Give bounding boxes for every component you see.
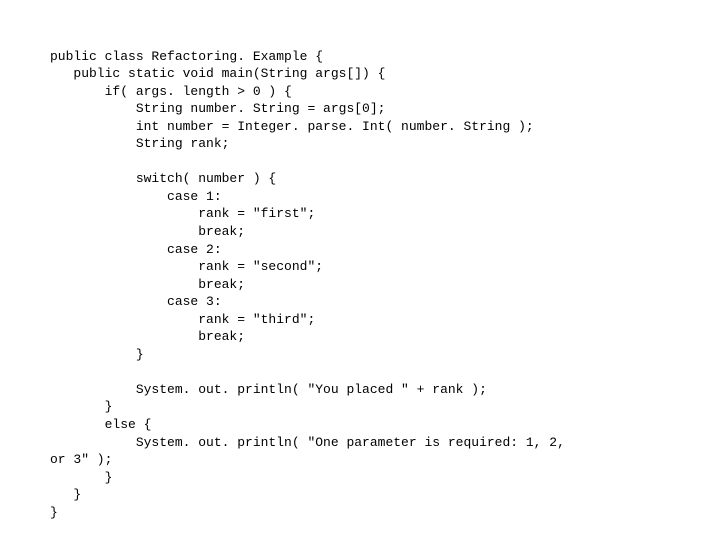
- code-line: rank = "second";: [50, 259, 323, 274]
- code-line: rank = "third";: [50, 312, 315, 327]
- code-line: String rank;: [50, 136, 229, 151]
- code-block: public class Refactoring. Example { publ…: [0, 0, 720, 540]
- code-line: System. out. println( "One parameter is …: [50, 435, 565, 450]
- code-line: System. out. println( "You placed " + ra…: [50, 382, 487, 397]
- code-line: rank = "first";: [50, 206, 315, 221]
- code-line: case 3:: [50, 294, 222, 309]
- code-line: case 1:: [50, 189, 222, 204]
- code-line: switch( number ) {: [50, 171, 276, 186]
- code-line: int number = Integer. parse. Int( number…: [50, 119, 534, 134]
- code-line: }: [50, 487, 81, 502]
- code-line: }: [50, 470, 112, 485]
- code-line: public class Refactoring. Example {: [50, 49, 323, 64]
- code-line: public static void main(String args[]) {: [50, 66, 385, 81]
- code-line: or 3" );: [50, 452, 112, 467]
- code-line: String number. String = args[0];: [50, 101, 385, 116]
- code-line: if( args. length > 0 ) {: [50, 84, 292, 99]
- code-line: break;: [50, 277, 245, 292]
- code-line: }: [50, 347, 144, 362]
- code-line: case 2:: [50, 242, 222, 257]
- code-line: break;: [50, 224, 245, 239]
- code-line: break;: [50, 329, 245, 344]
- code-line: }: [50, 399, 112, 414]
- code-line: else {: [50, 417, 151, 432]
- code-line: }: [50, 505, 58, 520]
